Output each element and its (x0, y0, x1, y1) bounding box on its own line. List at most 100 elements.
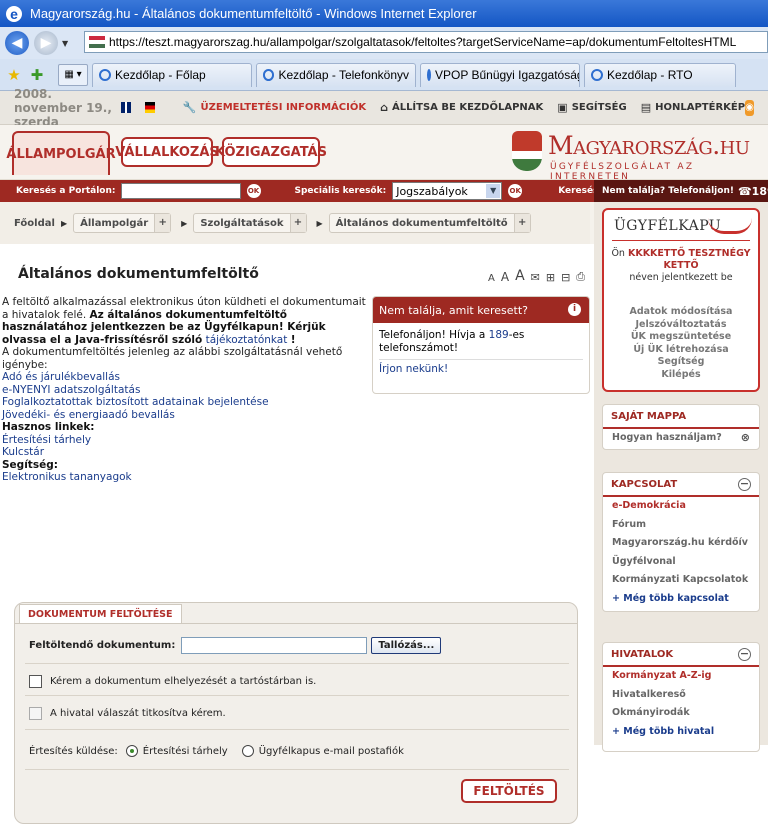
logout-link[interactable]: Kilépés (604, 369, 758, 382)
plus-icon[interactable]: + (513, 214, 530, 232)
portal-search-input[interactable] (120, 183, 241, 199)
more-offices-link[interactable]: + Még több hivatal (603, 723, 759, 742)
browser-tab[interactable]: Kezdőlap - Főlap (92, 62, 252, 87)
file-input[interactable] (181, 637, 368, 654)
portal-search-label: Keresés a Portálon: (16, 186, 116, 196)
browser-tab[interactable]: Kezdőlap - Telefonkönyv (256, 62, 416, 87)
kapcsolat-item[interactable]: Ügyfélvonal (603, 553, 759, 572)
upload-button[interactable]: FELTÖLTÉS (461, 779, 557, 803)
kapcsolat-item[interactable]: Fórum (603, 516, 759, 535)
logo-name: Magyarország.hu (548, 131, 750, 160)
website: 2008. november 19., szerda 🔧 ÜZEMELTETÉSI… (0, 87, 768, 824)
home-icon: ⌂ (380, 101, 388, 114)
change-password-link[interactable]: Jelszóváltoztatás (604, 319, 758, 332)
phone-text: Nem találja? Telefonáljon! (602, 186, 734, 196)
font-small-button[interactable]: A (488, 273, 495, 284)
useful-link[interactable]: Kulcstár (2, 446, 44, 458)
useful-link[interactable]: Értesítési tárhely (2, 434, 91, 446)
new-uk-link[interactable]: Új ÜK létrehozása (604, 344, 758, 357)
quick-tabs-icon[interactable]: ▦ ▾ (58, 63, 88, 86)
mail-icon[interactable]: ✉ (531, 271, 540, 284)
ie-page-icon (591, 69, 603, 81)
coat-of-arms-icon (512, 131, 542, 171)
breadcrumb-item[interactable]: Általános dokumentumfeltöltő + (328, 213, 531, 233)
site-logo[interactable]: Magyarország.hu ÜGYFÉLSZOLGÁLAT AZ INTER… (512, 131, 762, 182)
forward-button[interactable]: ▶ (34, 31, 58, 55)
plus-icon[interactable]: + (154, 214, 171, 232)
favorites-star-icon[interactable]: ★ (5, 66, 23, 84)
tab-kozigazgatas[interactable]: KÖZIGAZGATÁS (215, 137, 327, 167)
phone-link[interactable]: 189 (489, 329, 509, 341)
sitemap-link[interactable]: ▤ HONLAPTÉRKÉP (641, 101, 745, 114)
hivatalok-item[interactable]: Hivatalkereső (603, 686, 759, 705)
browser-tab[interactable]: VPOP Bűnügyi Igazgatóság (420, 62, 580, 87)
ie-logo-icon: e (6, 5, 22, 22)
arrow-right-icon: ▶ (60, 218, 68, 228)
ugyfelkapu-logo-icon (708, 218, 752, 234)
font-large-button[interactable]: A (515, 268, 525, 284)
notify-email-radio[interactable] (241, 745, 254, 757)
help-link[interactable]: ▣ SEGÍTSÉG (557, 101, 626, 114)
collapse-icon[interactable]: − (738, 478, 751, 491)
hivatalok-item[interactable]: Okmányirodák (603, 704, 759, 723)
operation-info-link[interactable]: 🔧 ÜZEMELTETÉSI INFORMÁCIÓK (183, 101, 366, 114)
breadcrumb-item[interactable]: Állampolgár + (73, 213, 172, 233)
notify-storage-radio[interactable] (125, 745, 138, 757)
uk-help-link[interactable]: Segítség (604, 356, 758, 369)
font-medium-button[interactable]: A (501, 270, 509, 284)
phone-number: ☎189 (737, 184, 768, 198)
tab-allampolgar[interactable]: ÁLLAMPOLGÁR (6, 131, 116, 175)
encrypt-checkbox[interactable] (29, 707, 42, 720)
sajat-mappa-title: SAJÁT MAPPA (603, 405, 759, 429)
special-search-ok-button[interactable]: OK (508, 184, 523, 198)
write-us-link[interactable]: Írjon nekünk! (379, 363, 448, 375)
hivatalok-item[interactable]: Kormányzat A-Z-ig (603, 667, 759, 686)
main-content: Általános dokumentumfeltöltő A A A ✉ ⊞ ⊟… (0, 244, 594, 824)
breadcrumb-item-home[interactable]: Főoldal (14, 218, 55, 229)
help-link[interactable]: Elektronikus tananyagok (2, 471, 132, 483)
bookmark-icon[interactable]: ⊞ (546, 271, 555, 284)
modify-data-link[interactable]: Adatok módosítása (604, 306, 758, 319)
browse-button[interactable]: Tallózás... (371, 637, 442, 654)
kapcsolat-item[interactable]: Magyarország.hu kérdőív (603, 534, 759, 553)
rss-icon[interactable]: ◉ (745, 99, 755, 116)
not-found-header: Nem találja, amit keresett? i (373, 297, 589, 323)
service-link[interactable]: Foglalkoztatottak biztosított adatainak … (2, 396, 269, 408)
page-tools: A A A ✉ ⊞ ⊟ ⎙ (488, 268, 585, 284)
kapcsolat-item[interactable]: e-Demokrácia (603, 497, 759, 516)
german-flag-icon[interactable] (144, 102, 155, 113)
terminate-uk-link[interactable]: ÜK megszüntetése (604, 331, 758, 344)
kapcsolat-item[interactable]: Kormányzati Kapcsolatok (603, 571, 759, 590)
special-search-select[interactable]: Jogszabályok ▼ (392, 182, 503, 200)
top-bar: 2008. november 19., szerda 🔧 ÜZEMELTETÉSI… (0, 87, 768, 129)
history-dropdown-icon[interactable]: ▼ (62, 39, 68, 48)
browser-tab[interactable]: Kezdőlap - RTO (584, 62, 736, 87)
back-button[interactable]: ◀ (5, 31, 29, 55)
service-link[interactable]: Adó és járulékbevallás (2, 371, 120, 383)
collapse-icon[interactable]: − (738, 648, 751, 661)
address-bar[interactable]: https://teszt.magyarorszag.hu/allampolga… (84, 31, 768, 53)
set-homepage-link[interactable]: ⌂ ÁLLÍTSA BE KEZDŐLAPNAK (380, 101, 543, 114)
service-link[interactable]: e-NYENYI adatszolgáltatás (2, 384, 140, 396)
english-flag-icon[interactable] (120, 102, 131, 113)
intro-text: A feltöltő alkalmazással elektronikus út… (2, 296, 366, 483)
useful-links-heading: Hasznos linkek: (2, 421, 95, 433)
how-to-use-link[interactable]: Hogyan használjam? ⊗ (603, 429, 759, 448)
sitemap-icon: ▤ (640, 101, 652, 114)
phone-box: Nem találja? Telefonáljon! ☎189 (594, 180, 768, 202)
java-info-link[interactable]: tájékoztatónkat (206, 334, 288, 346)
service-link[interactable]: Jövedéki- és energiaadó bevallás (2, 409, 175, 421)
save-icon[interactable]: ⊟ (561, 271, 570, 284)
portal-search-ok-button[interactable]: OK (246, 184, 261, 198)
tab-vallalkozas[interactable]: VÁLLALKOZÁS (115, 137, 219, 167)
arrow-right-icon: ▶ (181, 218, 188, 228)
plus-icon[interactable]: + (289, 214, 306, 232)
close-icon[interactable]: ⊗ (741, 429, 750, 448)
breadcrumb-item[interactable]: Szolgáltatások + (193, 213, 307, 233)
archive-checkbox[interactable] (29, 675, 42, 688)
current-date: 2008. november 19., szerda (14, 86, 112, 129)
ie-page-icon (427, 69, 431, 81)
print-icon[interactable]: ⎙ (576, 270, 585, 284)
add-favorite-icon[interactable]: ✚ (28, 66, 46, 84)
more-contacts-link[interactable]: + Még több kapcsolat (603, 590, 759, 609)
